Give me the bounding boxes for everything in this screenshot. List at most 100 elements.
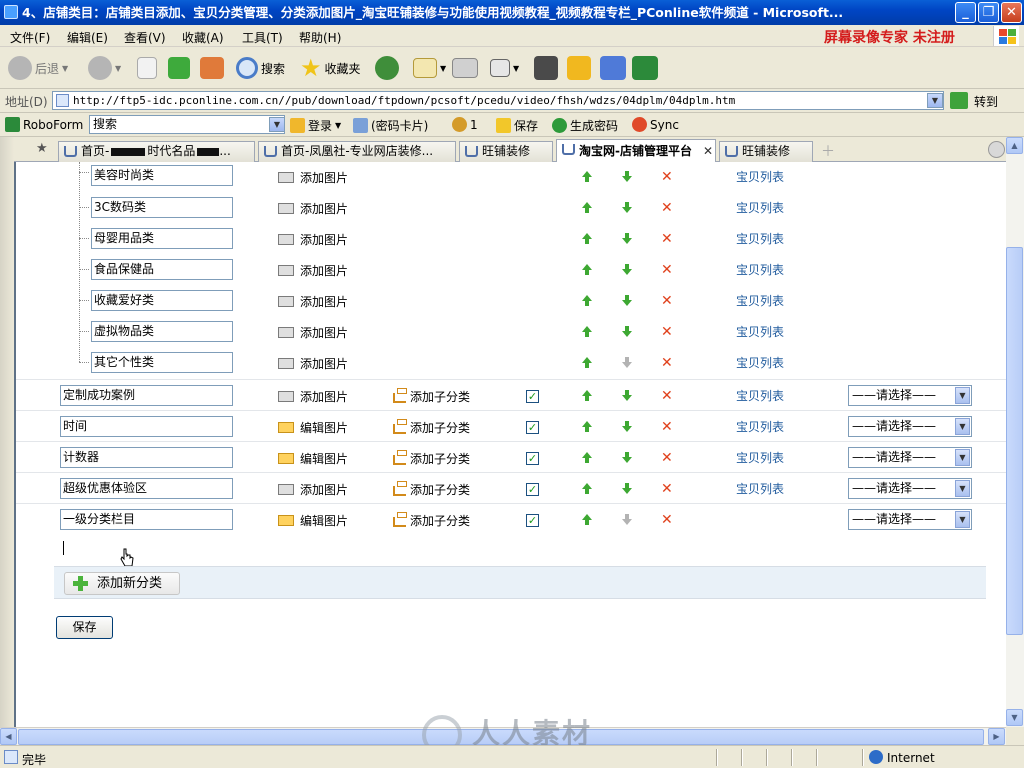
category-name-input[interactable]: 定制成功案例 xyxy=(60,385,233,406)
tab-wangpu-1[interactable]: 旺铺装修 xyxy=(459,141,553,162)
menu-file[interactable]: 文件(F) xyxy=(10,29,50,46)
tab-wangpu-2[interactable]: 旺铺装修 xyxy=(719,141,813,162)
vertical-scrollbar[interactable]: ▲ ▼ xyxy=(1006,137,1024,727)
item-list-link[interactable]: 宝贝列表 xyxy=(736,418,784,435)
move-down-icon[interactable] xyxy=(621,264,633,276)
move-up-icon[interactable] xyxy=(581,171,593,183)
menu-favorites[interactable]: 收藏(A) xyxy=(182,29,224,46)
login-button[interactable]: 登录 ▼ xyxy=(290,117,341,134)
item-list-link[interactable]: 宝贝列表 xyxy=(736,261,784,278)
tab-shop-management[interactable]: 淘宝网-店铺管理平台 ✕ xyxy=(556,139,716,163)
subcategory-name-input[interactable]: 美容时尚类 xyxy=(91,165,233,186)
category-name-input[interactable]: 一级分类栏目 xyxy=(60,509,233,530)
save-button[interactable]: 保存 xyxy=(56,616,113,639)
delete-icon[interactable]: ✕ xyxy=(661,325,673,339)
sync-button[interactable]: Sync xyxy=(632,117,679,132)
move-up-icon[interactable] xyxy=(581,202,593,214)
delete-icon[interactable]: ✕ xyxy=(661,356,673,370)
add-subcategory-link[interactable]: 添加子分类 xyxy=(410,481,470,498)
category-select[interactable]: ——请选择—— ▼ xyxy=(848,385,972,406)
mail-button[interactable]: ▼ xyxy=(413,53,446,83)
delete-icon[interactable]: ✕ xyxy=(661,482,673,496)
add-image-link[interactable]: 添加图片 xyxy=(300,231,348,248)
delete-icon[interactable]: ✕ xyxy=(661,201,673,215)
tools-gear-icon[interactable] xyxy=(988,141,1005,158)
item-list-link[interactable]: 宝贝列表 xyxy=(736,354,784,371)
add-image-link[interactable]: 添加图片 xyxy=(300,262,348,279)
back-button[interactable]: 后退 ▼ xyxy=(8,53,68,83)
roboform-save-button[interactable]: 保存 xyxy=(496,117,538,134)
delete-icon[interactable]: ✕ xyxy=(661,389,673,403)
show-checkbox[interactable]: ✓ xyxy=(526,514,539,527)
add-subcategory-link[interactable]: 添加子分类 xyxy=(410,512,470,529)
move-up-icon[interactable] xyxy=(581,483,593,495)
add-image-link[interactable]: 添加图片 xyxy=(300,355,348,372)
menu-tools[interactable]: 工具(T) xyxy=(242,29,283,46)
scroll-right-button[interactable]: ▶ xyxy=(988,728,1005,745)
item-list-link[interactable]: 宝贝列表 xyxy=(736,323,784,340)
category-select[interactable]: ——请选择—— ▼ xyxy=(848,416,972,437)
edit-image-link[interactable]: 编辑图片 xyxy=(300,419,348,436)
show-checkbox[interactable]: ✓ xyxy=(526,483,539,496)
favorites-button[interactable]: ★ 收藏夹 xyxy=(300,53,361,83)
subcategory-name-input[interactable]: 3C数码类 xyxy=(91,197,233,218)
vertical-scroll-thumb[interactable] xyxy=(1006,247,1023,635)
add-image-link[interactable]: 添加图片 xyxy=(300,324,348,341)
delete-icon[interactable]: ✕ xyxy=(661,170,673,184)
favorites-center-icon[interactable]: ★ xyxy=(36,141,48,156)
item-list-link[interactable]: 宝贝列表 xyxy=(736,230,784,247)
menu-view[interactable]: 查看(V) xyxy=(124,29,166,46)
move-up-icon[interactable] xyxy=(581,390,593,402)
edit-button[interactable]: ▼ xyxy=(490,53,519,83)
item-list-link[interactable]: 宝贝列表 xyxy=(736,449,784,466)
item-list-link[interactable]: 宝贝列表 xyxy=(736,387,784,404)
item-list-link[interactable]: 宝贝列表 xyxy=(736,480,784,497)
subcategory-name-input[interactable]: 收藏爱好类 xyxy=(91,290,233,311)
delete-icon[interactable]: ✕ xyxy=(661,232,673,246)
new-tab-icon[interactable]: ＋ xyxy=(821,141,835,161)
menu-help[interactable]: 帮助(H) xyxy=(299,29,341,46)
move-up-icon[interactable] xyxy=(581,264,593,276)
category-select[interactable]: ——请选择—— ▼ xyxy=(848,478,972,499)
go-button[interactable]: 转到 xyxy=(974,93,998,110)
messenger-button[interactable] xyxy=(567,53,591,83)
delete-icon[interactable]: ✕ xyxy=(661,263,673,277)
add-image-link[interactable]: 添加图片 xyxy=(300,293,348,310)
category-name-input[interactable]: 计数器 xyxy=(60,447,233,468)
close-button[interactable]: ✕ xyxy=(1001,2,1022,23)
move-down-icon[interactable] xyxy=(621,421,633,433)
go-arrow-icon[interactable] xyxy=(950,92,968,109)
history-button[interactable] xyxy=(375,53,399,83)
tab-home-brand[interactable]: 首页- 时代名品... xyxy=(58,141,255,162)
home-button[interactable] xyxy=(200,53,224,83)
identity-button[interactable]: 1 xyxy=(452,117,478,132)
subcategory-name-input[interactable]: 其它个性类 xyxy=(91,352,233,373)
category-select[interactable]: ——请选择—— ▼ xyxy=(848,509,972,530)
subcategory-name-input[interactable]: 食品保健品 xyxy=(91,259,233,280)
show-checkbox[interactable]: ✓ xyxy=(526,452,539,465)
subcategory-name-input[interactable]: 虚拟物品类 xyxy=(91,321,233,342)
refresh-button[interactable] xyxy=(168,53,190,83)
add-image-link[interactable]: 添加图片 xyxy=(300,169,348,186)
menu-edit[interactable]: 编辑(E) xyxy=(67,29,108,46)
add-image-link[interactable]: 添加图片 xyxy=(300,388,348,405)
tools-button[interactable] xyxy=(600,53,626,83)
move-down-icon[interactable] xyxy=(621,202,633,214)
roboform-menu[interactable]: RoboForm xyxy=(5,117,83,132)
show-checkbox[interactable]: ✓ xyxy=(526,421,539,434)
add-subcategory-link[interactable]: 添加子分类 xyxy=(410,419,470,436)
stop-button[interactable] xyxy=(137,53,157,83)
move-down-icon[interactable] xyxy=(621,295,633,307)
add-subcategory-link[interactable]: 添加子分类 xyxy=(410,388,470,405)
add-image-link[interactable]: 添加图片 xyxy=(300,200,348,217)
add-subcategory-link[interactable]: 添加子分类 xyxy=(410,450,470,467)
edit-image-link[interactable]: 编辑图片 xyxy=(300,450,348,467)
passcard-button[interactable]: (密码卡片) xyxy=(353,117,428,134)
item-list-link[interactable]: 宝贝列表 xyxy=(736,292,784,309)
move-up-icon[interactable] xyxy=(581,233,593,245)
add-image-link[interactable]: 添加图片 xyxy=(300,481,348,498)
delete-icon[interactable]: ✕ xyxy=(661,294,673,308)
item-list-link[interactable]: 宝贝列表 xyxy=(736,199,784,216)
scroll-left-button[interactable]: ◀ xyxy=(0,728,17,745)
move-down-icon[interactable] xyxy=(621,452,633,464)
